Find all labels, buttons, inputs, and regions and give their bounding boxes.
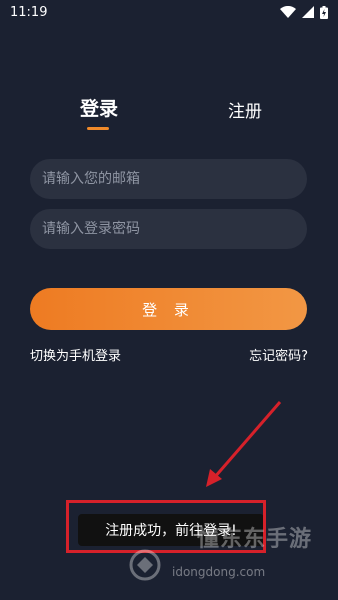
watermark-logo <box>129 549 161 581</box>
watermark-text: 懂东东手游 <box>196 527 312 552</box>
watermark-url: idongdong.com <box>172 565 266 579</box>
